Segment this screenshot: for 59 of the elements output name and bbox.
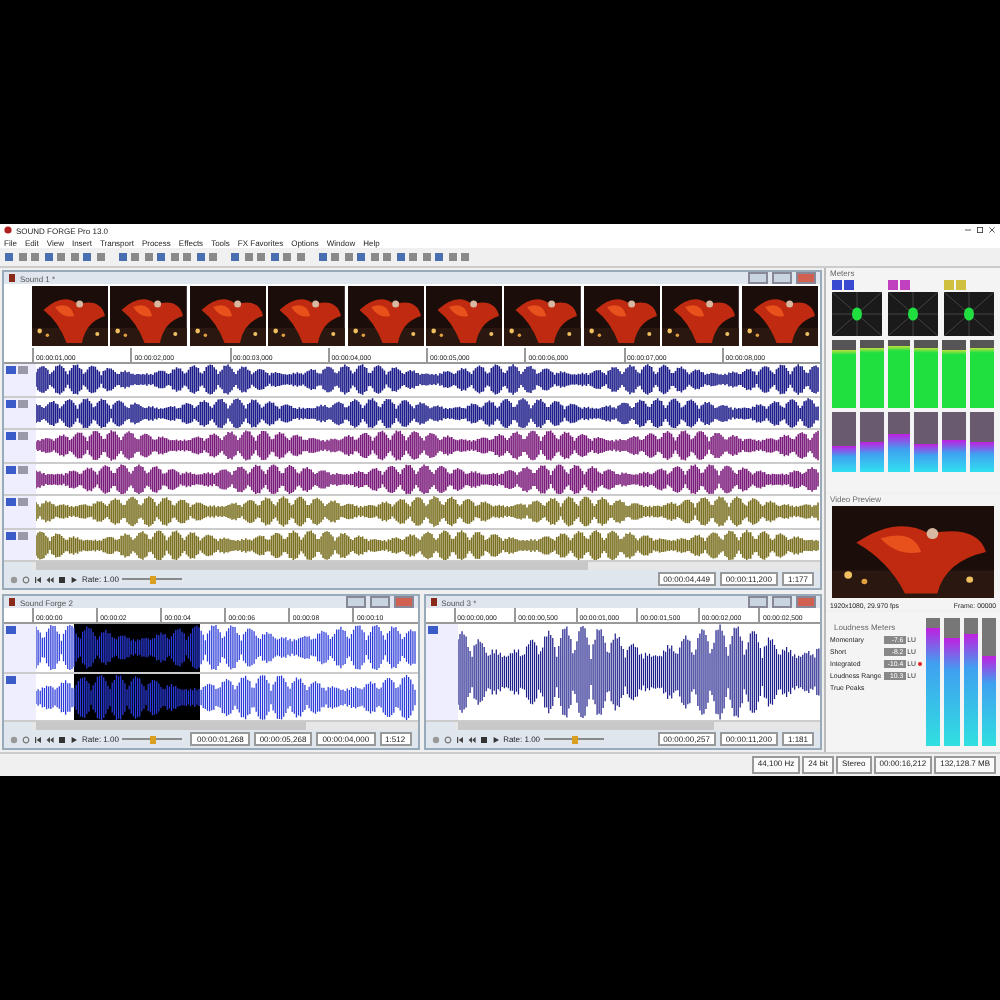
scrollbar[interactable] xyxy=(453,722,820,730)
go-to-start-icon[interactable] xyxy=(34,575,42,583)
loudness-meter xyxy=(859,412,884,472)
document-icon xyxy=(8,274,16,282)
loudness-meter xyxy=(942,412,967,472)
rewind-icon[interactable] xyxy=(467,735,476,743)
play-icon[interactable] xyxy=(70,735,78,743)
app-logo-icon xyxy=(4,226,12,234)
channel-button[interactable] xyxy=(427,626,438,634)
stop-icon[interactable] xyxy=(58,735,66,743)
document-icon xyxy=(8,598,16,606)
minimize-button[interactable] xyxy=(748,272,768,284)
scrollbar[interactable] xyxy=(32,722,418,730)
rate-slider[interactable] xyxy=(544,735,605,743)
record-icon[interactable] xyxy=(10,575,18,583)
maximize-button[interactable] xyxy=(772,272,792,284)
vectorscope xyxy=(888,292,938,336)
scrollbar[interactable] xyxy=(32,562,820,570)
close-icon[interactable] xyxy=(988,226,996,234)
record-icon[interactable] xyxy=(10,735,18,743)
rewind-icon[interactable] xyxy=(46,575,54,583)
stop-icon[interactable] xyxy=(479,735,488,743)
rate-slider[interactable] xyxy=(122,735,183,743)
stop-icon[interactable] xyxy=(58,575,66,583)
channel-button[interactable] xyxy=(6,675,16,683)
peak-meter xyxy=(859,340,884,408)
loop-icon[interactable] xyxy=(22,735,30,743)
loudness-meter xyxy=(963,618,978,746)
vectorscope xyxy=(944,292,994,336)
loudness-meter xyxy=(926,618,941,746)
play-icon[interactable] xyxy=(70,575,78,583)
peak-meter xyxy=(832,340,856,408)
loudness-meter xyxy=(970,412,994,472)
loop-icon[interactable] xyxy=(22,575,30,583)
rewind-icon[interactable] xyxy=(46,735,54,743)
loop-icon[interactable] xyxy=(443,735,452,743)
go-to-start-icon[interactable] xyxy=(34,735,42,743)
loudness-meter xyxy=(944,618,959,746)
peak-meter xyxy=(914,340,939,408)
document-icon xyxy=(429,598,438,606)
go-to-start-icon[interactable] xyxy=(455,735,464,743)
minimize-button[interactable] xyxy=(748,596,768,608)
maximize-icon[interactable] xyxy=(976,226,984,234)
record-icon[interactable] xyxy=(431,735,440,743)
minimize-icon[interactable] xyxy=(964,226,972,234)
peak-meter xyxy=(942,340,967,408)
loudness-meter xyxy=(832,412,856,472)
maximize-button[interactable] xyxy=(369,596,390,608)
loudness-meter xyxy=(981,618,996,746)
play-icon[interactable] xyxy=(491,735,500,743)
close-button[interactable] xyxy=(393,596,414,608)
peak-meter xyxy=(970,340,994,408)
vectorscope xyxy=(832,292,882,336)
loudness-meter xyxy=(914,412,939,472)
rate-slider[interactable] xyxy=(122,575,183,583)
loudness-meter xyxy=(887,412,911,472)
maximize-button[interactable] xyxy=(772,596,792,608)
peak-meter xyxy=(887,340,911,408)
minimize-button[interactable] xyxy=(345,596,366,608)
